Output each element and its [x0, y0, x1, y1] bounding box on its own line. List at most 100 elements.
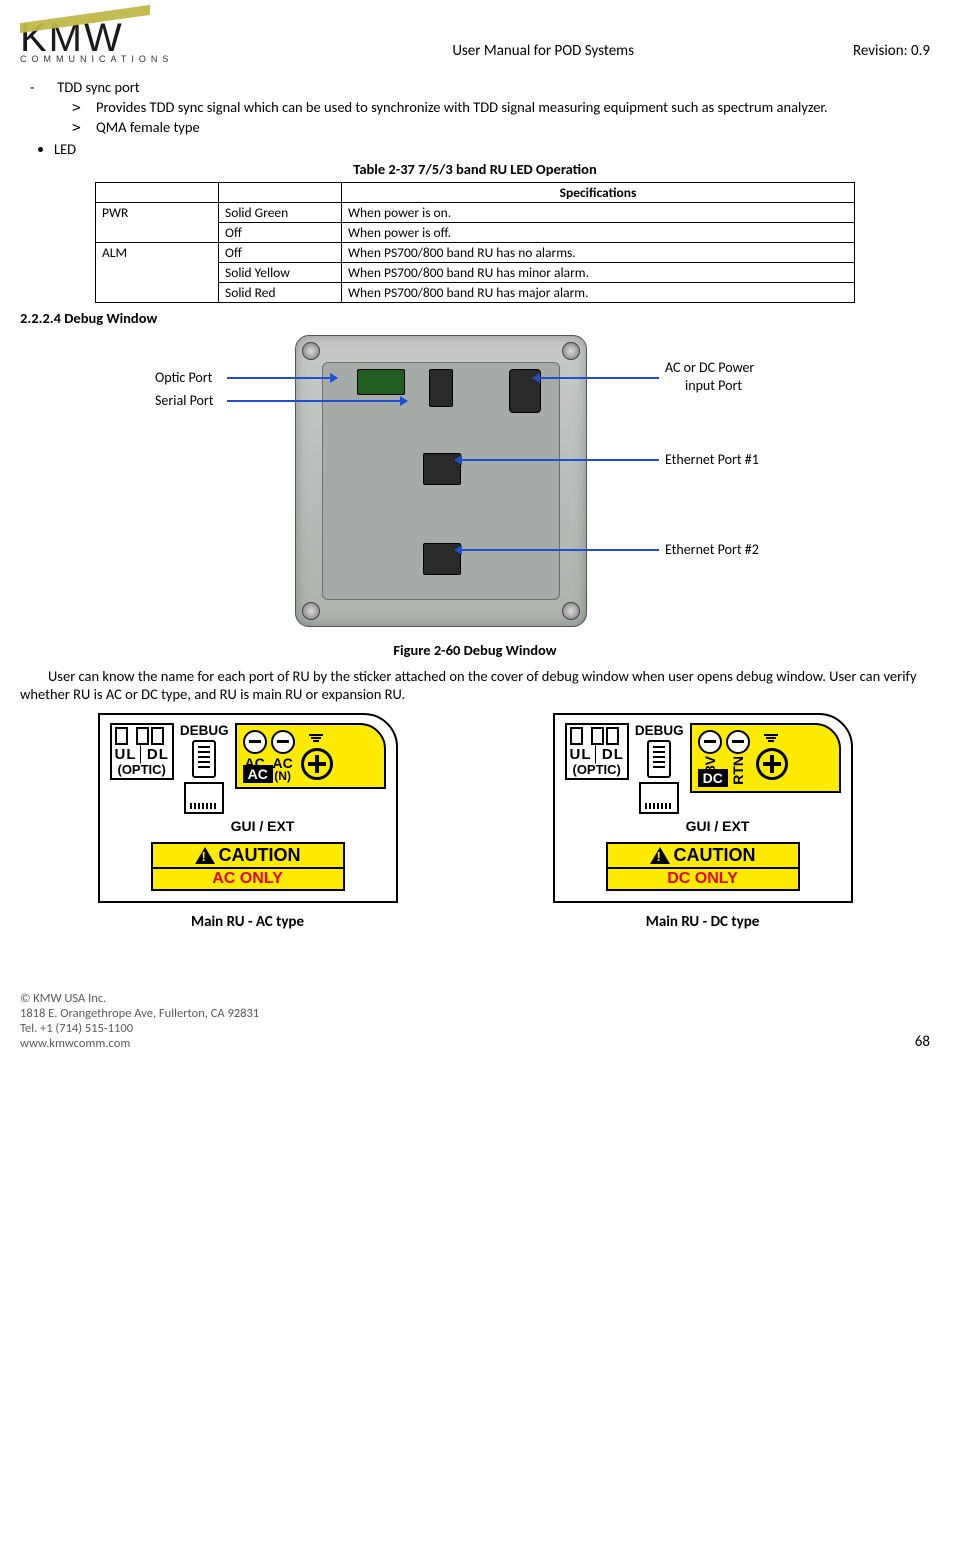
th-spec: Specifications: [342, 183, 855, 203]
tdd-list: TDD sync port Provides TDD sync signal w…: [20, 78, 930, 136]
debug-window-figure: Optic Port Serial Port AC or DC Power in…: [145, 335, 805, 635]
cell: Solid Green: [219, 203, 342, 223]
optic-uldl: UL│DL: [570, 747, 624, 762]
page-footer: © KMW USA Inc. 1818 E. Orangethrope Ave,…: [20, 991, 930, 1051]
caution-only-ac: AC ONLY: [153, 869, 343, 889]
screw-icon: [562, 602, 580, 620]
tdd-item: TDD sync port Provides TDD sync signal w…: [54, 78, 930, 136]
dc-rtn-label: RTN: [730, 756, 746, 785]
th-blank-2: [219, 183, 342, 203]
diagram-ac: UL│DL (OPTIC) DEBUG AC (L): [98, 713, 398, 931]
diagram-dc-caption: Main RU - DC type: [553, 913, 853, 931]
caution-text: CAUTION: [674, 845, 756, 866]
tdd-sub-2: QMA female type: [96, 118, 930, 136]
mid-column: DEBUG: [635, 723, 684, 814]
label-eth2: Ethernet Port #2: [665, 541, 759, 558]
table-caption: Table 2-37 7/5/3 band RU LED Operation: [20, 160, 930, 178]
debug-label: DEBUG: [635, 723, 684, 738]
gui-label: GUI / EXT: [595, 818, 841, 834]
optic-sub: (OPTIC): [570, 762, 624, 777]
screw-icon: [302, 342, 320, 360]
cell: When power is on.: [342, 203, 855, 223]
th-blank-1: [96, 183, 219, 203]
section-heading: 2.2.2.4 Debug Window: [20, 309, 930, 327]
optic-port-icon: [357, 369, 405, 395]
warning-triangle-icon: [195, 847, 215, 864]
cell: When PS700/800 band RU has minor alarm.: [342, 263, 855, 283]
label-power-2: input Port: [685, 377, 742, 394]
label-optic: Optic Port: [155, 369, 212, 386]
mid-column: DEBUG: [180, 723, 229, 814]
arrow-icon: [455, 549, 659, 551]
terminal-icon: [698, 730, 722, 754]
logo: KMW COMMUNICATIONS: [20, 20, 173, 64]
page-number: 68: [915, 1033, 930, 1051]
ac-n-sub: (N): [274, 770, 291, 782]
cell: When power is off.: [342, 223, 855, 243]
footer-line: Tel. +1 (714) 515-1100: [20, 1021, 259, 1036]
ground-icon: [762, 734, 780, 742]
cell: Off: [219, 223, 342, 243]
serial-port-icon: [429, 369, 453, 407]
enclosure-inner: [322, 362, 560, 600]
figure-caption: Figure 2-60 Debug Window: [20, 641, 930, 659]
header-revision: Revision: 0.9: [853, 42, 930, 64]
page-header: KMW COMMUNICATIONS User Manual for POD S…: [20, 20, 930, 64]
table-row: ALM Off When PS700/800 band RU has no al…: [96, 243, 855, 263]
cell: When PS700/800 band RU has major alarm.: [342, 283, 855, 303]
ground-icon: [307, 734, 325, 742]
tdd-title: TDD sync port: [57, 78, 139, 96]
terminal-icon: [271, 730, 295, 754]
optic-block: UL│DL (OPTIC): [565, 723, 629, 780]
terminal-icon: [243, 730, 267, 754]
cell: Off: [219, 243, 342, 263]
led-list: LED: [20, 140, 930, 158]
optic-block: UL│DL (OPTIC): [110, 723, 174, 780]
footer-line: www.kmwcomm.com: [20, 1036, 259, 1051]
plus-icon: [756, 748, 788, 780]
arrow-icon: [227, 377, 337, 379]
ethernet-icon: [639, 782, 679, 814]
caution-text: CAUTION: [219, 845, 301, 866]
screw-icon: [562, 342, 580, 360]
cell: PWR: [96, 203, 219, 243]
cell: Solid Yellow: [219, 263, 342, 283]
caution-box: CAUTION DC ONLY: [606, 842, 800, 891]
optic-slot-icon: [591, 727, 604, 745]
arrow-icon: [533, 377, 659, 379]
diagram-ac-box: UL│DL (OPTIC) DEBUG AC (L): [98, 713, 398, 903]
logo-main: KMW: [20, 20, 173, 56]
arrow-icon: [227, 400, 407, 402]
footer-line: 1818 E. Orangethrope Ave, Fullerton, CA …: [20, 1006, 259, 1021]
power-badge-dc: DC: [698, 769, 728, 787]
cell: When PS700/800 band RU has no alarms.: [342, 243, 855, 263]
diagram-ac-caption: Main RU - AC type: [98, 913, 398, 931]
caution-box: CAUTION AC ONLY: [151, 842, 345, 891]
plus-icon: [301, 748, 333, 780]
footer-line: © KMW USA Inc.: [20, 991, 259, 1006]
terminal-icon: [726, 730, 750, 754]
optic-uldl: UL│DL: [115, 747, 169, 762]
gui-label: GUI / EXT: [140, 818, 386, 834]
led-table: Specifications PWR Solid Green When powe…: [95, 182, 855, 303]
footer-address: © KMW USA Inc. 1818 E. Orangethrope Ave,…: [20, 991, 259, 1051]
warning-triangle-icon: [650, 847, 670, 864]
ac-n-label: AC: [273, 756, 293, 770]
optic-slot-icon: [606, 727, 619, 745]
power-block-ac: AC (L) AC (N) AC: [235, 723, 386, 789]
label-power-1: AC or DC Power: [665, 359, 754, 376]
ethernet-icon: [184, 782, 224, 814]
tdd-sub-1: Provides TDD sync signal which can be us…: [96, 98, 930, 116]
cell: ALM: [96, 243, 219, 303]
debug-label: DEBUG: [180, 723, 229, 738]
screw-icon: [302, 602, 320, 620]
body-paragraph: User can know the name for each port of …: [20, 667, 930, 703]
caution-only-dc: DC ONLY: [608, 869, 798, 889]
header-title: User Manual for POD Systems: [233, 42, 853, 64]
serial-icon: [647, 740, 671, 778]
led-bullet: LED: [54, 140, 930, 158]
serial-icon: [192, 740, 216, 778]
optic-sub: (OPTIC): [115, 762, 169, 777]
diagram-row: UL│DL (OPTIC) DEBUG AC (L): [20, 713, 930, 931]
diagram-dc-box: UL│DL (OPTIC) DEBUG -48V RTN: [553, 713, 853, 903]
